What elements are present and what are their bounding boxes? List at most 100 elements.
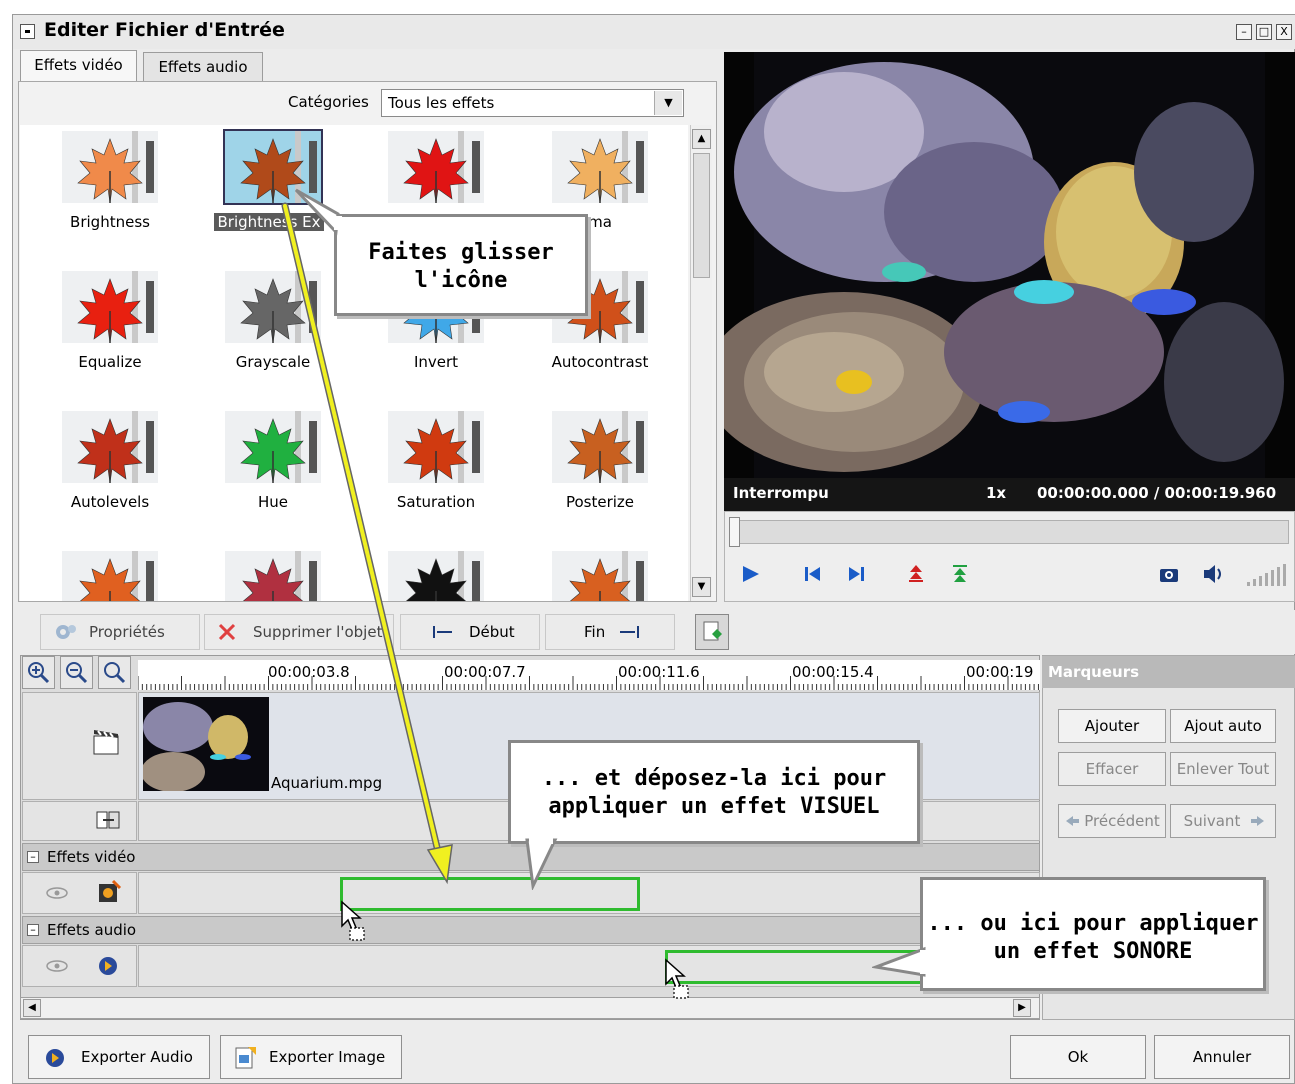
video-effect-drop-zone[interactable] — [340, 877, 640, 911]
next-marker-label: Suivant — [1183, 812, 1241, 830]
zoom-in-icon[interactable] — [22, 656, 55, 689]
effect-item-saturation[interactable] — [376, 411, 496, 483]
export-audio-icon — [46, 1049, 64, 1067]
transition-icon — [96, 811, 120, 829]
mark-out-icon[interactable] — [949, 562, 971, 586]
ruler-label: 00:00:07.7 — [444, 663, 526, 681]
callout-pointer — [294, 188, 342, 236]
effect-item-unnamed-12[interactable] — [50, 551, 170, 601]
video-preview — [724, 52, 1295, 478]
effect-item-unnamed-15[interactable] — [540, 551, 660, 601]
erase-marker-button[interactable]: Effacer — [1058, 752, 1166, 786]
export-image-icon — [235, 1047, 256, 1069]
auto-add-marker-button[interactable]: Ajout auto — [1170, 709, 1276, 743]
zoom-out-icon[interactable] — [60, 656, 93, 689]
add-marker-button[interactable]: Ajouter — [1058, 709, 1166, 743]
effect-item-unnamed-2[interactable] — [376, 131, 496, 203]
maple-leaf-black-icon — [388, 551, 484, 601]
seek-thumb[interactable] — [729, 517, 740, 547]
tab-video-effects[interactable]: Effets vidéo — [20, 50, 137, 83]
timeline-hscrollbar[interactable]: ◀ ▶ — [20, 997, 1040, 1019]
volume-icon[interactable] — [1201, 562, 1227, 586]
categories-label: Catégories — [288, 93, 369, 111]
effect-item-unnamed-13[interactable] — [213, 551, 333, 601]
video-effects-group-label: Effets vidéo — [47, 848, 136, 866]
effect-label: Brightness — [70, 213, 150, 231]
effect-label: Autolevels — [70, 493, 150, 511]
cancel-button[interactable]: Annuler — [1154, 1035, 1290, 1079]
start-label: Début — [469, 623, 515, 641]
markers-title: Marqueurs — [1042, 656, 1295, 688]
mark-in-icon[interactable] — [905, 562, 927, 586]
effect-label: Posterize — [565, 493, 635, 511]
effect-label: Hue — [257, 493, 288, 511]
delete-object-label: Supprimer l'objet — [253, 623, 383, 641]
scroll-thumb[interactable] — [693, 153, 710, 278]
window-title: Editer Fichier d'Entrée — [44, 19, 285, 41]
close-button[interactable]: X — [1276, 24, 1292, 40]
collapse-icon[interactable]: – — [27, 851, 39, 863]
end-bracket-icon — [620, 626, 639, 638]
clip-name: Aquarium.mpg — [271, 774, 383, 792]
effect-item-grayscale[interactable] — [213, 271, 333, 343]
scroll-left-icon[interactable]: ◀ — [23, 999, 41, 1017]
minimize-button[interactable]: – — [1236, 24, 1252, 40]
previous-frame-icon[interactable] — [802, 563, 824, 585]
video-effect-icon — [99, 879, 122, 902]
zoom-fit-icon[interactable] — [98, 656, 131, 689]
effect-label: Equalize — [78, 353, 142, 371]
maple-leaf-red-icon — [388, 411, 484, 483]
collapse-icon[interactable]: – — [27, 924, 39, 936]
play-icon[interactable] — [740, 563, 762, 585]
drag-callout: Faites glisser l'icône — [334, 214, 588, 316]
snapshot-camera-icon[interactable] — [1158, 563, 1180, 585]
ruler-label: 00:00:19 — [966, 663, 1034, 681]
effect-item-ma[interactable] — [540, 131, 660, 203]
effects-scrollbar[interactable]: ▲ ▼ — [690, 125, 712, 601]
ruler-label: 00:00:03.8 — [268, 663, 350, 681]
system-menu-icon[interactable] — [20, 24, 35, 39]
clapperboard-icon — [93, 730, 119, 755]
next-frame-icon[interactable] — [845, 563, 867, 585]
maple-leaf-red-icon — [62, 271, 158, 343]
export-image-label: Exporter Image — [269, 1048, 386, 1066]
arrow-left-icon — [1066, 816, 1079, 826]
scroll-down-icon[interactable]: ▼ — [692, 577, 711, 597]
ok-button[interactable]: Ok — [1010, 1035, 1146, 1079]
clip-thumbnail[interactable] — [143, 697, 269, 791]
audio-effect-icon — [99, 957, 117, 975]
start-button[interactable]: Début — [400, 614, 540, 650]
player-status: Interrompu — [733, 484, 829, 502]
ruler-label: 00:00:15.4 — [792, 663, 874, 681]
ruler-label: 00:00:11.6 — [618, 663, 700, 681]
eye-icon[interactable] — [44, 957, 70, 975]
effect-item-posterize[interactable] — [540, 411, 660, 483]
maple-leaf-red-icon — [225, 551, 321, 601]
maple-leaf-orange-icon — [62, 131, 158, 203]
aquarium-frame-image — [724, 52, 1295, 478]
categories-select[interactable]: Tous les effets — [381, 89, 684, 117]
export-audio-label: Exporter Audio — [81, 1048, 193, 1066]
eye-icon[interactable] — [44, 884, 70, 902]
scroll-right-icon[interactable]: ▶ — [1013, 999, 1031, 1017]
arrow-right-icon — [1251, 816, 1264, 826]
audio-effects-group[interactable]: – Effets audio — [22, 916, 1040, 944]
effect-item-unnamed-14[interactable] — [376, 551, 496, 601]
effect-item-brightness[interactable] — [50, 131, 170, 203]
remove-all-markers-button[interactable]: Enlever Tout — [1170, 752, 1276, 786]
gears-icon — [56, 625, 76, 639]
maple-leaf-light-orange-icon — [552, 131, 648, 203]
maximize-button[interactable]: □ — [1256, 24, 1272, 40]
effect-item-hue[interactable] — [213, 411, 333, 483]
chevron-down-icon[interactable]: ▼ — [654, 91, 682, 115]
effect-label: Grayscale — [235, 353, 311, 371]
snap-page-icon — [703, 621, 722, 641]
seek-bar[interactable] — [731, 520, 1289, 544]
volume-level-slider[interactable] — [1245, 562, 1290, 588]
effect-item-autolevels[interactable] — [50, 411, 170, 483]
end-button[interactable]: Fin — [545, 614, 675, 650]
scroll-up-icon[interactable]: ▲ — [692, 129, 711, 149]
tab-audio-effects[interactable]: Effets audio — [143, 52, 263, 82]
effect-label: Invert — [413, 353, 459, 371]
effect-item-equalize[interactable] — [50, 271, 170, 343]
